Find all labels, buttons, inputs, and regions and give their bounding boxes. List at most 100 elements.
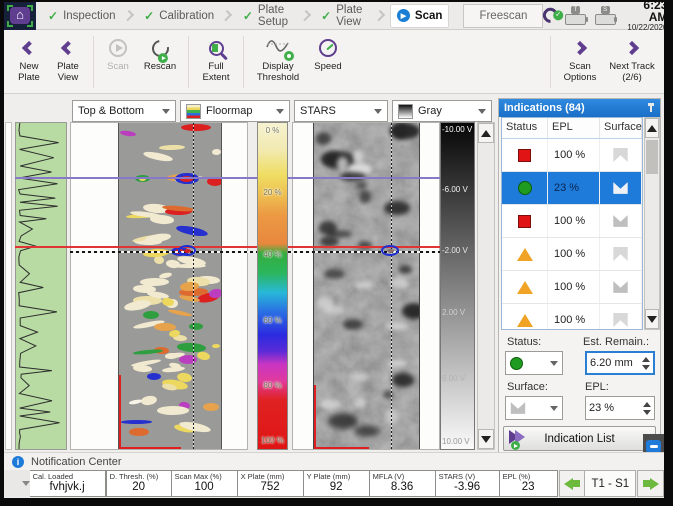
selected-indication-marker[interactable] bbox=[178, 245, 196, 256]
pin-icon[interactable] bbox=[647, 103, 655, 113]
new-plate-button[interactable]: New Plate bbox=[10, 34, 48, 83]
status-bar-expander[interactable] bbox=[4, 470, 30, 497]
column-header-surface[interactable]: Surface bbox=[600, 118, 642, 138]
check-icon: ✓ bbox=[243, 9, 253, 23]
right-view-select[interactable]: STARS bbox=[294, 100, 388, 122]
table-row[interactable]: 23 % bbox=[502, 172, 642, 205]
surface-select[interactable] bbox=[505, 396, 563, 420]
next-track-nav-button[interactable] bbox=[637, 470, 664, 497]
scroll-up-button[interactable] bbox=[645, 118, 659, 138]
epl-value: 100 % bbox=[548, 271, 600, 303]
play-icon bbox=[109, 39, 127, 57]
top-nav-bar: ⌂ ✓Inspection ✓Calibration ✓Plate Setup ✓Pl… bbox=[4, 2, 664, 30]
gray-scale-label: 10.00 V bbox=[442, 437, 470, 446]
floormap-color-scale: 0 %20 %40 %60 %80 %100 % bbox=[257, 122, 288, 450]
cell-label: STARS (V) bbox=[436, 471, 499, 481]
full-extent-button[interactable]: Full Extent bbox=[194, 34, 238, 83]
home-button[interactable]: ⌂ bbox=[4, 2, 36, 30]
plate-view-button[interactable]: Plate View bbox=[48, 34, 88, 83]
stars-scan-strip[interactable] bbox=[313, 123, 420, 449]
table-row[interactable]: 100 % bbox=[502, 238, 642, 271]
color-scale-label: 20 % bbox=[257, 188, 288, 197]
battery-s-icon: S bbox=[595, 7, 618, 25]
scan-options-button[interactable]: Scan Options bbox=[556, 34, 604, 83]
stars-view[interactable] bbox=[292, 122, 440, 450]
epl-value: 100 % bbox=[548, 139, 600, 171]
rescan-button[interactable]: Rescan bbox=[137, 34, 183, 73]
indication-list-button[interactable]: Indication List bbox=[503, 426, 656, 451]
home-bracket-icon bbox=[27, 21, 33, 27]
gray-palette-icon bbox=[398, 104, 413, 119]
cell-label: X Plate (mm) bbox=[238, 471, 303, 481]
app-window: ⌂ ✓Inspection✓Calibration✓Plate Setup✓Pl… bbox=[4, 2, 664, 498]
table-row[interactable]: 100 % bbox=[502, 205, 642, 238]
tab-inspection[interactable]: ✓Inspection bbox=[42, 4, 122, 28]
scroll-thumb[interactable] bbox=[646, 140, 658, 174]
speed-button[interactable]: Speed bbox=[307, 34, 349, 73]
toolbar-separator bbox=[243, 36, 244, 88]
status-select[interactable] bbox=[505, 351, 563, 375]
indications-header[interactable]: Indications (84) bbox=[499, 99, 660, 117]
display-threshold-button[interactable]: Display Threshold bbox=[249, 34, 307, 83]
color-scale-label: 40 % bbox=[257, 250, 288, 259]
indications-table: Status EPL Surface 100 % 23 % 100 % 100 … bbox=[501, 117, 643, 330]
column-header-status[interactable]: Status bbox=[502, 118, 548, 138]
table-row[interactable]: 100 % bbox=[502, 139, 642, 172]
scroll-down-button[interactable] bbox=[478, 429, 494, 449]
tab-calibration[interactable]: ✓Calibration bbox=[138, 4, 220, 28]
magnifier-icon bbox=[209, 41, 224, 56]
left-view-select[interactable]: Floormap bbox=[180, 100, 290, 122]
tab-scan[interactable]: ▶Scan bbox=[390, 4, 450, 28]
home-bracket-icon bbox=[7, 5, 13, 11]
spinner-arrows[interactable] bbox=[643, 402, 651, 415]
color-scale-label: 100 % bbox=[257, 436, 288, 445]
arrow-left-icon bbox=[564, 478, 580, 490]
track-indicator: T1 - S1 bbox=[585, 470, 636, 497]
next-track-button[interactable]: Next Track (2/6) bbox=[604, 34, 660, 83]
previous-track-button[interactable] bbox=[559, 470, 586, 497]
spinner-arrows[interactable] bbox=[642, 357, 650, 370]
indication-detail: Status: Est. Remain.: 6.20 mm Surface: E… bbox=[499, 332, 660, 458]
amplitude-waveform-panel[interactable] bbox=[15, 122, 67, 450]
tab-plate-setup[interactable]: ✓Plate Setup bbox=[237, 4, 299, 28]
floormap-scan-strip[interactable] bbox=[118, 123, 222, 449]
tab-plate-view[interactable]: ✓Plate View bbox=[315, 4, 373, 28]
status-tray: ✓ T S 6:23 AM 10/22/2020 bbox=[543, 2, 664, 32]
status-bar-cell: D. Thresh. (%) 20 bbox=[106, 470, 172, 497]
cell-value: 8.36 bbox=[370, 481, 435, 493]
est-remain-input[interactable]: 6.20 mm bbox=[585, 351, 655, 375]
color-scale-label: 80 % bbox=[257, 381, 288, 390]
selected-indication-marker[interactable] bbox=[381, 245, 399, 256]
indications-panel: Indications (84) Status EPL Surface 100 … bbox=[498, 98, 661, 457]
table-row[interactable]: 100 % bbox=[502, 304, 642, 330]
status-bar-cell: EPL (%) 23 bbox=[500, 470, 558, 497]
layout-select[interactable]: Top & Bottom bbox=[72, 100, 176, 122]
scroll-down-button[interactable] bbox=[645, 309, 659, 329]
epl-input[interactable]: 23 % bbox=[585, 396, 655, 420]
cell-label: MFLA (V) bbox=[370, 471, 435, 481]
cell-value: 20 bbox=[107, 481, 171, 493]
cursor-hline bbox=[288, 251, 440, 253]
surface-icon bbox=[613, 313, 629, 327]
floormap-view[interactable] bbox=[70, 122, 248, 450]
cell-value: 752 bbox=[238, 481, 303, 493]
table-row[interactable]: 100 % bbox=[502, 271, 642, 304]
tab-freescan[interactable]: Freescan bbox=[463, 4, 543, 28]
surface-icon bbox=[613, 214, 629, 228]
indications-scrollbar[interactable] bbox=[644, 117, 660, 330]
notification-center[interactable]: i Notification Center bbox=[4, 452, 664, 470]
chevron-down-icon bbox=[550, 406, 558, 411]
status-bar: Cal. Loaded fvhjvk.j D. Thresh. (%) 20 S… bbox=[4, 470, 664, 497]
scan-button[interactable]: Scan bbox=[99, 34, 137, 73]
indication-list-icon bbox=[509, 430, 529, 448]
scrollbar[interactable] bbox=[477, 122, 495, 450]
gray-scale-label: -2.00 V bbox=[442, 246, 468, 255]
status-icon bbox=[517, 281, 533, 294]
collapsed-panel-edge[interactable] bbox=[5, 122, 12, 450]
column-header-epl[interactable]: EPL bbox=[548, 118, 600, 138]
right-palette-select[interactable]: Gray bbox=[392, 100, 492, 122]
chevron-right-icon bbox=[625, 41, 639, 55]
chevron-left-icon bbox=[22, 41, 36, 55]
status-icon bbox=[518, 215, 531, 228]
scroll-up-button[interactable] bbox=[478, 123, 494, 143]
